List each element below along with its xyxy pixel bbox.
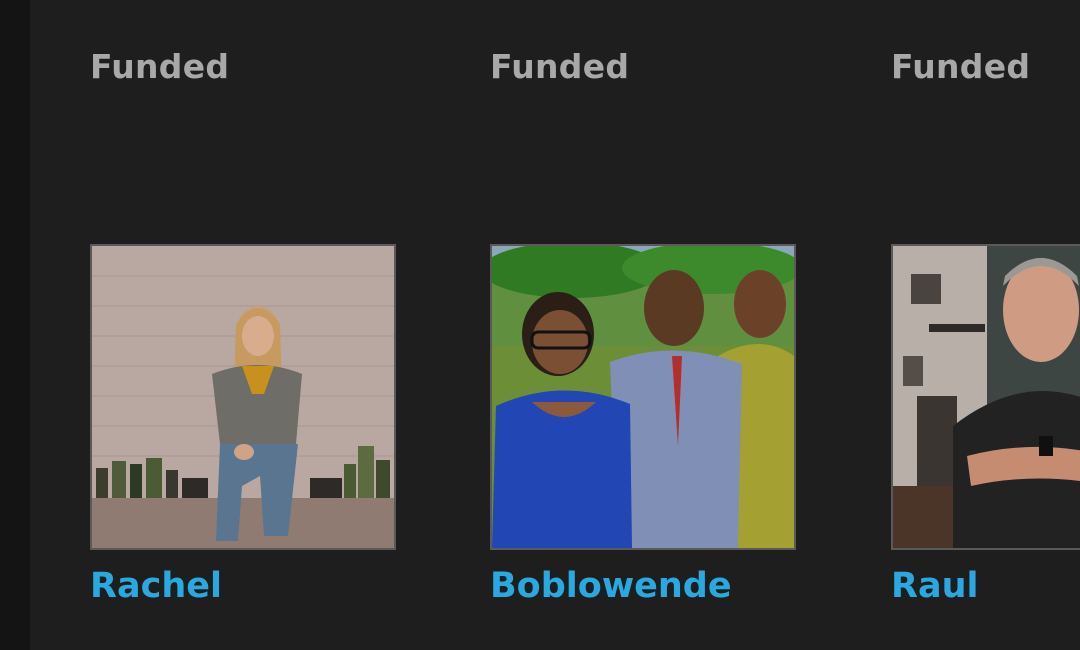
status-label: Funded <box>490 47 630 86</box>
campaign-photo[interactable] <box>490 244 796 550</box>
funded-campaigns-row: Funded Rachel Funded Boblowende Funded R… <box>30 0 1080 650</box>
left-rail <box>0 0 30 650</box>
status-label: Funded <box>90 47 230 86</box>
status-label: Funded <box>891 47 1031 86</box>
campaign-owner-link[interactable]: Boblowende <box>490 566 732 606</box>
person-photo-icon <box>893 246 1080 548</box>
campaign-owner-link[interactable]: Rachel <box>90 566 222 606</box>
group-photo-icon <box>492 246 794 548</box>
person-photo-icon <box>92 246 394 548</box>
campaign-owner-link[interactable]: Raul <box>891 566 978 606</box>
campaign-photo[interactable] <box>891 244 1080 550</box>
campaign-photo[interactable] <box>90 244 396 550</box>
